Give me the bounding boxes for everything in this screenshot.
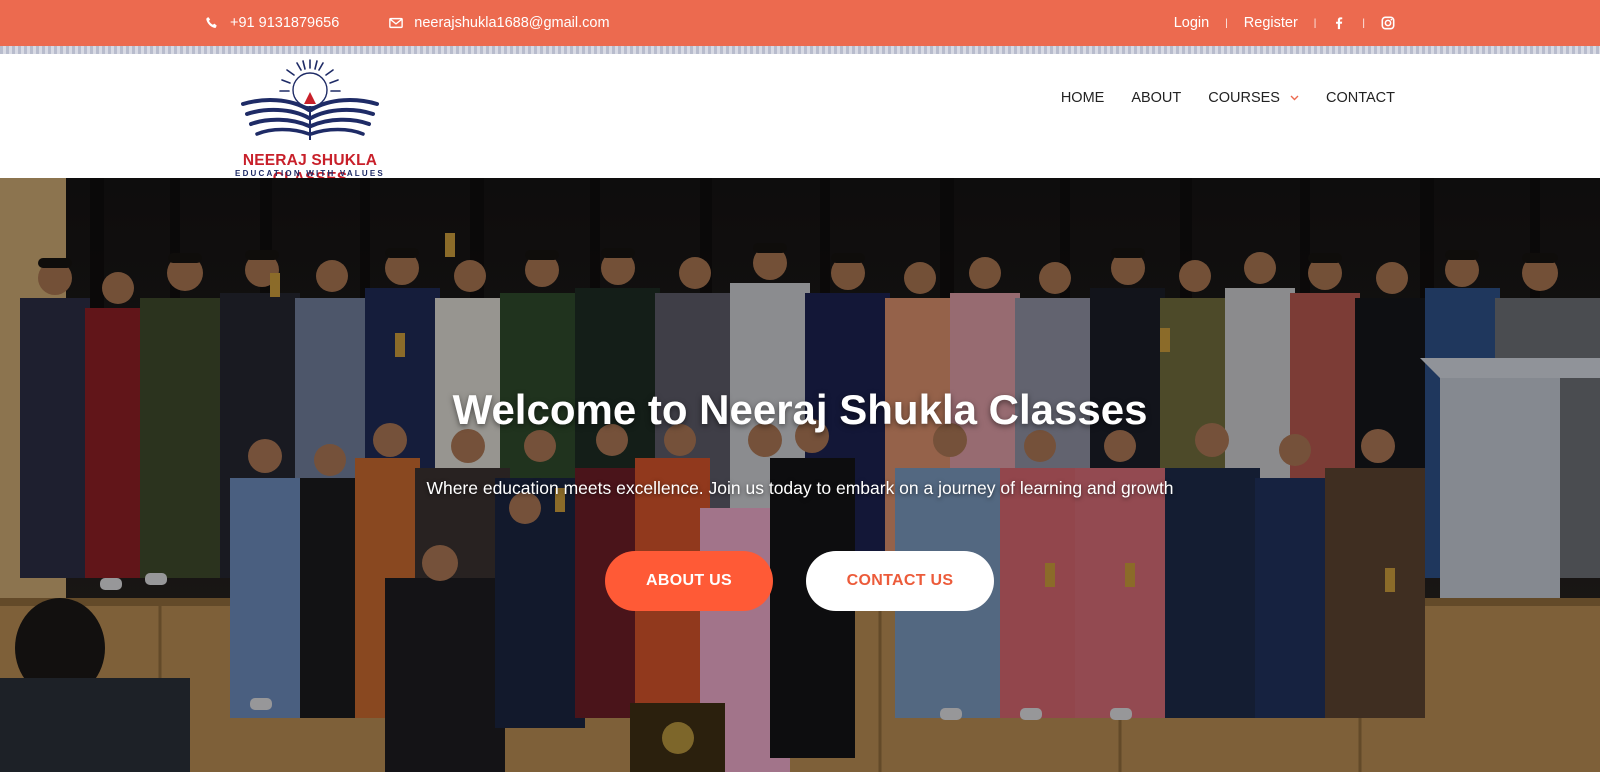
envelope-icon [389, 16, 404, 30]
nav-item-home[interactable]: HOME [1061, 90, 1105, 106]
separator: | [1225, 17, 1228, 29]
phone-number[interactable]: +91 9131879656 [230, 15, 339, 31]
site-header: NEERAJ SHUKLA CLASSES EDUCATION WITH VAL… [0, 54, 1600, 187]
email-address[interactable]: neerajshukla1688@gmail.com [414, 15, 609, 31]
nav-item-contact[interactable]: CONTACT [1326, 90, 1395, 106]
phone-icon [205, 16, 219, 30]
account-and-social: Login | Register | | [1174, 15, 1395, 31]
hero-subtitle: Where education meets excellence. Join u… [426, 478, 1174, 498]
site-logo[interactable]: NEERAJ SHUKLA CLASSES EDUCATION WITH VAL… [205, 58, 415, 187]
chevron-down-icon [1290, 93, 1299, 104]
about-us-button[interactable]: ABOUT US [605, 551, 773, 611]
login-link[interactable]: Login [1174, 15, 1209, 31]
main-navigation: HOME ABOUT COURSES CONTACT [1061, 90, 1395, 106]
email-contact[interactable]: neerajshukla1688@gmail.com [389, 15, 610, 31]
logo-tagline: EDUCATION WITH VALUES [235, 169, 385, 178]
separator: | [1313, 17, 1317, 29]
facebook-icon[interactable] [1332, 16, 1346, 30]
hero-title: Welcome to Neeraj Shukla Classes [452, 386, 1148, 433]
register-link[interactable]: Register [1244, 15, 1298, 31]
top-bar-stripe [0, 46, 1600, 54]
phone-contact[interactable]: +91 9131879656 [205, 15, 339, 31]
nav-item-label: HOME [1060, 90, 1105, 106]
hero-dark-overlay [0, 178, 1600, 772]
nav-item-courses[interactable]: COURSES [1208, 90, 1299, 106]
nav-item-label: COURSES [1208, 90, 1280, 106]
instagram-icon[interactable] [1381, 16, 1395, 30]
nav-item-about[interactable]: ABOUT [1131, 90, 1181, 106]
contact-us-button[interactable]: CONTACT US [806, 551, 994, 611]
separator: | [1362, 17, 1365, 29]
top-bar: +91 9131879656 neerajshukla1688@gmail.co… [0, 0, 1600, 54]
logo-emblem [241, 59, 379, 140]
nav-item-label: CONTACT [1325, 90, 1395, 106]
contact-info: +91 9131879656 neerajshukla1688@gmail.co… [205, 15, 610, 31]
top-bar-content: +91 9131879656 neerajshukla1688@gmail.co… [205, 0, 1395, 46]
nav-item-label: ABOUT [1131, 90, 1182, 106]
hero-section: Welcome to Neeraj Shukla Classes Where e… [0, 178, 1600, 772]
